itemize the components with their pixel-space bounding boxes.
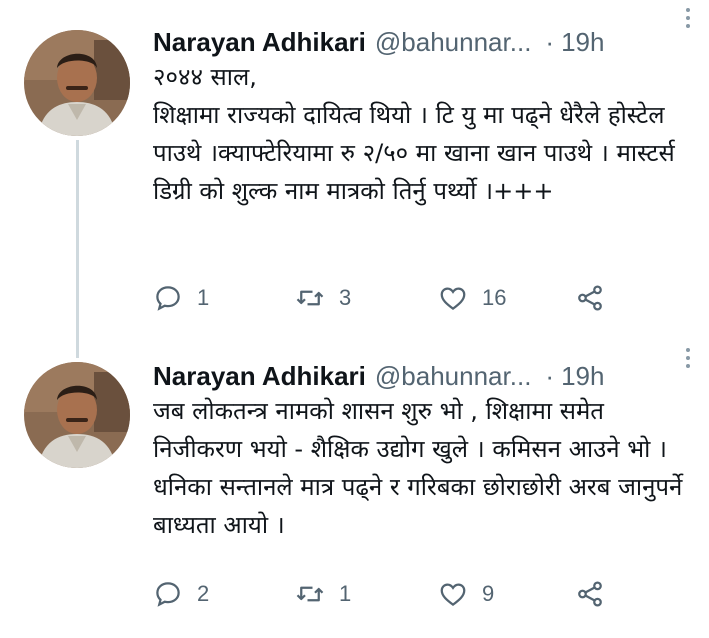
- reply-count: 2: [197, 581, 210, 606]
- retweet-icon: [296, 586, 324, 602]
- avatar[interactable]: [24, 362, 130, 468]
- tweet-actions: 2 1 9: [153, 574, 623, 614]
- tweet[interactable]: Narayan Adhikari @bahunnar... · 19h जब ल…: [0, 340, 709, 638]
- tweet-header: Narayan Adhikari @bahunnar... · 19h: [153, 22, 693, 62]
- more-icon[interactable]: [681, 8, 695, 34]
- like-count: 9: [482, 581, 495, 606]
- like-button[interactable]: 9: [438, 574, 494, 614]
- author-handle[interactable]: @bahunnar...: [375, 27, 532, 58]
- separator-dot: ·: [545, 360, 555, 391]
- reply-button[interactable]: 2: [153, 574, 209, 614]
- tweet-actions: 1 3 16: [153, 278, 623, 318]
- share-icon: [578, 581, 602, 607]
- separator-dot: ·: [545, 26, 555, 57]
- avatar[interactable]: [24, 30, 130, 136]
- like-icon: [440, 583, 466, 607]
- reply-count: 1: [197, 285, 210, 310]
- retweet-count: 3: [339, 285, 352, 310]
- share-icon: [578, 285, 602, 311]
- tweet-text: जब लोकतन्त्र नामको शासन शुरु भो , शिक्षा…: [153, 397, 691, 539]
- like-button[interactable]: 16: [438, 278, 506, 318]
- reply-icon: [156, 582, 180, 607]
- author-name[interactable]: Narayan Adhikari: [153, 361, 366, 392]
- share-button[interactable]: [575, 278, 605, 318]
- author-handle[interactable]: @bahunnar...: [375, 361, 532, 392]
- tweet[interactable]: Narayan Adhikari @bahunnar... · 19h २०४४…: [0, 0, 709, 330]
- tweet-text: २०४४ साल, शिक्षामा राज्यको दायित्व थियो …: [153, 63, 675, 205]
- like-icon: [440, 287, 466, 311]
- retweet-icon: [296, 290, 324, 306]
- reply-icon: [156, 286, 180, 311]
- like-count: 16: [482, 285, 507, 310]
- tweet-time[interactable]: 19h: [561, 27, 604, 58]
- author-name[interactable]: Narayan Adhikari: [153, 27, 366, 58]
- retweet-count: 1: [339, 581, 352, 606]
- retweet-button[interactable]: 1: [295, 574, 351, 614]
- share-button[interactable]: [575, 574, 605, 614]
- retweet-button[interactable]: 3: [295, 278, 351, 318]
- reply-button[interactable]: 1: [153, 278, 209, 318]
- tweet-time[interactable]: 19h: [561, 361, 604, 392]
- more-icon[interactable]: [681, 348, 695, 374]
- tweet-header: Narayan Adhikari @bahunnar... · 19h: [153, 356, 693, 396]
